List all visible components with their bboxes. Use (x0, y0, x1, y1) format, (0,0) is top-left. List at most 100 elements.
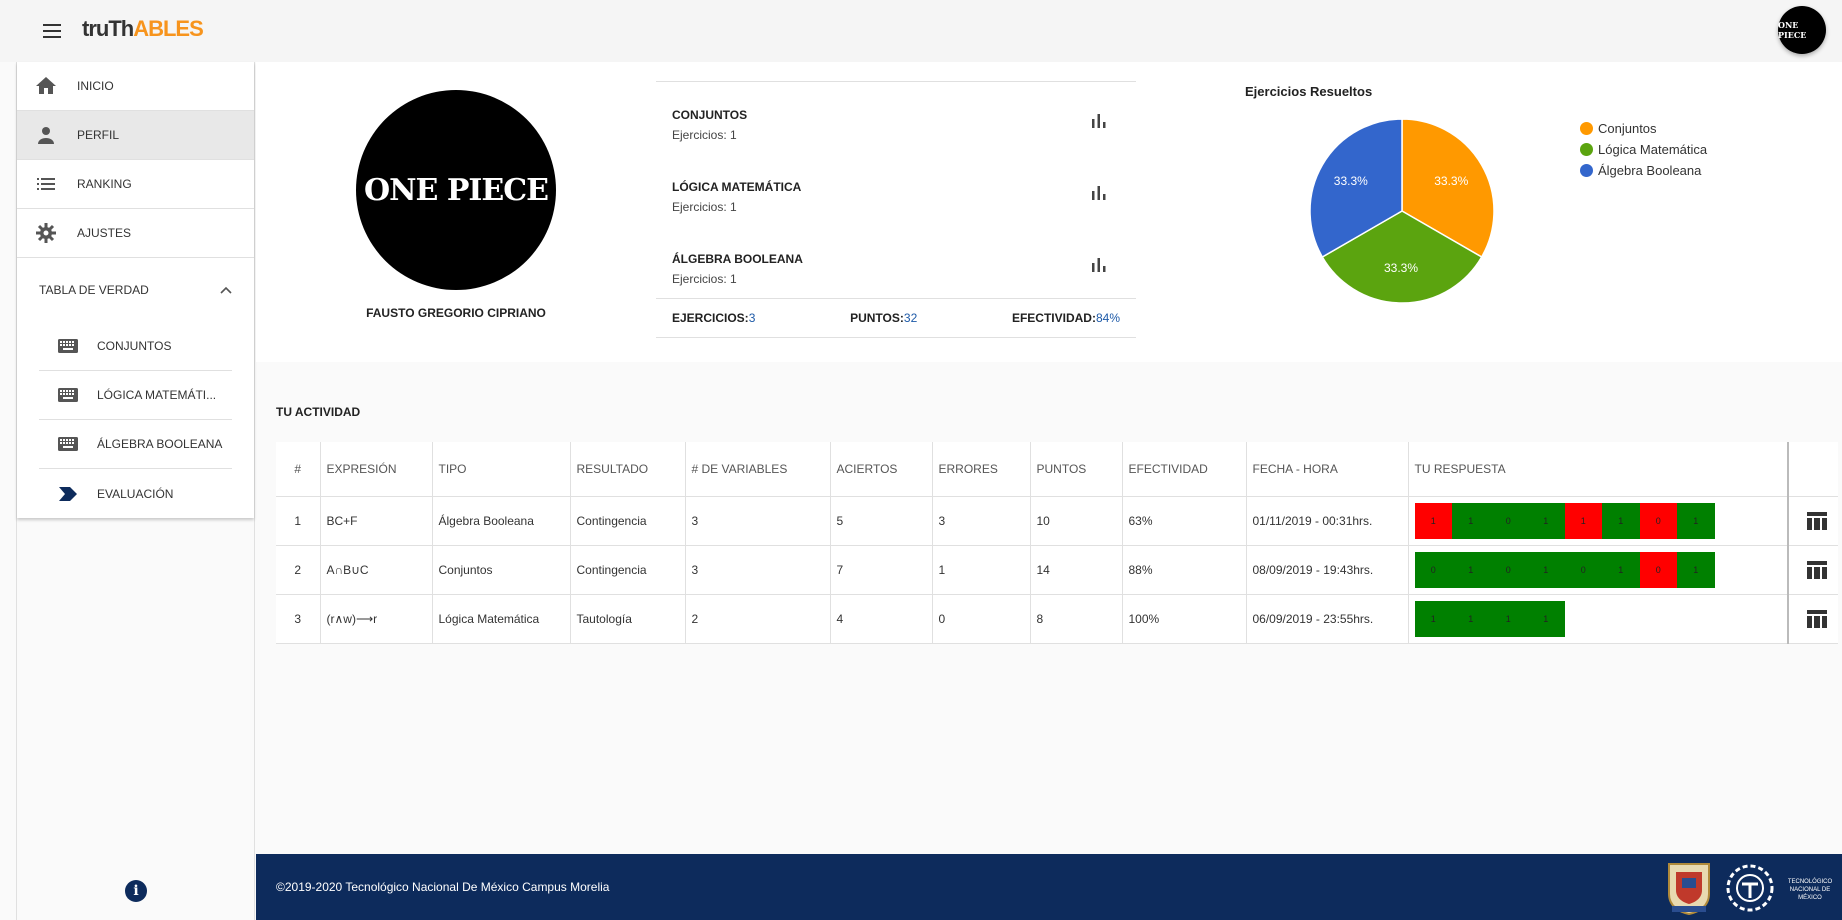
pie-slice-label: 33.3% (1333, 174, 1368, 188)
sidebar-subitem-label: EVALUACIÓN (97, 486, 174, 501)
table-view-icon[interactable] (1795, 609, 1838, 628)
stat-title: ÁLGEBRA BOOLEANA (672, 252, 803, 266)
app-logo[interactable]: truThABLES (82, 16, 204, 42)
stat-row-logica-matematica: LÓGICA MATEMÁTICA Ejercicios: 1 (656, 154, 1136, 226)
column-header: FECHA - HORA (1246, 442, 1409, 497)
avatar-logo-text: ONE PIECE (363, 172, 549, 208)
legend-item[interactable]: Lógica Matemática (1580, 139, 1707, 160)
sidebar-subitem-evaluacion[interactable]: EVALUACIÓN (39, 469, 232, 518)
sidebar-item-ranking[interactable]: RANKING (17, 160, 254, 209)
cell-variables: 2 (685, 594, 831, 644)
legend-item[interactable]: Álgebra Booleana (1580, 160, 1707, 181)
sidebar-subitem-logica-matematica[interactable]: LÓGICA MATEMÁTI... (39, 371, 232, 420)
activity-table-body: 1 BC+F Álgebra Booleana Contingencia 3 5 3 10 63… (276, 496, 1838, 644)
sidebar-menu: INICIO PERFIL RANKING AJUSTES TABLA DE V… (17, 62, 254, 518)
sidebar-item-perfil[interactable]: PERFIL (17, 111, 254, 160)
table-row: 3 (r∧w)⟶r Lógica Matemática Tautología 2 4 0 8 1… (276, 594, 1838, 644)
footer: ©2019-2020 Tecnológico Nacional De Méxic… (256, 854, 1842, 920)
cell-fecha-hora: 08/09/2019 - 19:43hrs. (1246, 545, 1409, 595)
hamburger-menu-icon[interactable] (40, 20, 64, 42)
legend-label: Conjuntos (1598, 121, 1657, 136)
cell-tipo: Conjuntos (432, 545, 571, 595)
cell-variables: 3 (685, 545, 831, 595)
stats-summary: EJERCICIOS:3 PUNTOS:32 EFECTIVIDAD:84% (656, 298, 1136, 338)
cell-aciertos: 5 (830, 496, 933, 546)
cell-errores: 0 (932, 594, 1031, 644)
chevron-up-icon (220, 281, 232, 299)
bar-chart-icon[interactable] (1092, 114, 1106, 133)
profile-avatar: ONE PIECE (356, 90, 556, 290)
cell-variables: 3 (685, 496, 831, 546)
cell-actions (1788, 594, 1838, 644)
legend-dot (1580, 122, 1593, 135)
person-icon (35, 124, 57, 146)
answer-cell-correct: 1 (1414, 600, 1452, 637)
cell-resultado: Contingencia (570, 496, 686, 546)
row-number: 2 (276, 545, 321, 595)
sidebar-group-label: TABLA DE VERDAD (39, 283, 149, 297)
sidebar-subitem-label: LÓGICA MATEMÁTI... (97, 388, 217, 402)
summary-ejercicios: EJERCICIOS:3 (672, 311, 755, 325)
answer-cell-correct: 1 (1527, 600, 1565, 637)
chart-legend: Conjuntos Lógica Matemática Álgebra Bool… (1580, 118, 1707, 181)
keyboard-icon (57, 339, 79, 353)
cell-fecha-hora: 01/11/2019 - 00:31hrs. (1246, 496, 1409, 546)
answer-cell-correct: 0 (1489, 551, 1527, 588)
sidebar-subitem-algebra-booleana[interactable]: ÁLGEBRA BOOLEANA (39, 420, 232, 469)
answer-cell-correct: 1 (1452, 600, 1490, 637)
user-avatar-button[interactable]: ONE PIECE (1778, 6, 1826, 54)
table-view-icon[interactable] (1795, 560, 1838, 579)
cell-errores: 3 (932, 496, 1031, 546)
tecnm-logo-text: TECNOLÓGICO NACIONAL DE MÉXICO (1787, 879, 1833, 901)
itm-seal-logo (1668, 863, 1710, 916)
legend-dot (1580, 143, 1593, 156)
sidebar-subitem-label: ÁLGEBRA BOOLEANA (97, 437, 223, 451)
cell-expresion: BC+F (320, 496, 433, 546)
sidebar-subitem-label: CONJUNTOS (97, 339, 172, 353)
column-header: EXPRESIÓN (320, 442, 433, 497)
sidebar-group-tabla-de-verdad[interactable]: TABLA DE VERDAD (17, 258, 254, 322)
cell-puntos: 8 (1030, 594, 1123, 644)
summary-efectividad-value: 84% (1095, 311, 1120, 325)
summary-efectividad: EFECTIVIDAD:84% (1012, 311, 1120, 325)
sidebar-subitem-conjuntos[interactable]: CONJUNTOS (39, 322, 232, 371)
row-number: 3 (276, 594, 321, 644)
column-header: TIPO (432, 442, 571, 497)
stat-row-conjuntos: CONJUNTOS Ejercicios: 1 (656, 82, 1136, 154)
answer-strip: 1111 (1414, 600, 1788, 637)
column-header: TU RESPUESTA (1408, 442, 1789, 497)
bar-chart-icon[interactable] (1092, 258, 1106, 277)
answer-cell-wrong: 1 (1564, 502, 1602, 539)
info-icon[interactable]: i (125, 880, 147, 902)
column-header-actions (1788, 442, 1838, 497)
cell-tipo: Lógica Matemática (432, 594, 571, 644)
summary-puntos-label: PUNTOS: (850, 311, 904, 325)
sidebar-submenu: CONJUNTOS LÓGICA MATEMÁTI... ÁLGEBRA BOO… (17, 322, 254, 518)
summary-puntos-value: 32 (903, 311, 918, 325)
cell-actions (1788, 496, 1838, 546)
bar-chart-icon[interactable] (1092, 186, 1106, 205)
pie-slice-label: 33.3% (1434, 174, 1469, 188)
answer-cell-wrong: 0 (1639, 502, 1677, 539)
column-header: # (276, 442, 321, 497)
summary-ejercicios-value: 3 (748, 311, 756, 325)
avatar-logo-text: ONE PIECE (1778, 20, 1807, 40)
sidebar-item-label: AJUSTES (77, 226, 132, 240)
pie-chart-svg (1309, 118, 1495, 304)
legend-label: Álgebra Booleana (1598, 163, 1702, 178)
sidebar-item-inicio[interactable]: INICIO (17, 62, 254, 111)
stat-subtitle: Ejercicios: 1 (672, 128, 737, 142)
summary-puntos: PUNTOS:32 (850, 311, 917, 325)
cell-efectividad: 63% (1122, 496, 1247, 546)
keyboard-icon (57, 388, 79, 402)
pie-slice-label: 33.3% (1384, 261, 1419, 275)
column-header: ACIERTOS (830, 442, 933, 497)
answer-cell-correct: 1 (1452, 502, 1490, 539)
sidebar-item-ajustes[interactable]: AJUSTES (17, 209, 254, 258)
answer-cell-correct: 0 (1564, 551, 1602, 588)
logo-part-1: truTh (82, 16, 134, 41)
legend-item[interactable]: Conjuntos (1580, 118, 1707, 139)
answer-cell-correct: 0 (1414, 551, 1452, 588)
keyboard-icon (57, 437, 79, 451)
table-view-icon[interactable] (1795, 511, 1838, 530)
